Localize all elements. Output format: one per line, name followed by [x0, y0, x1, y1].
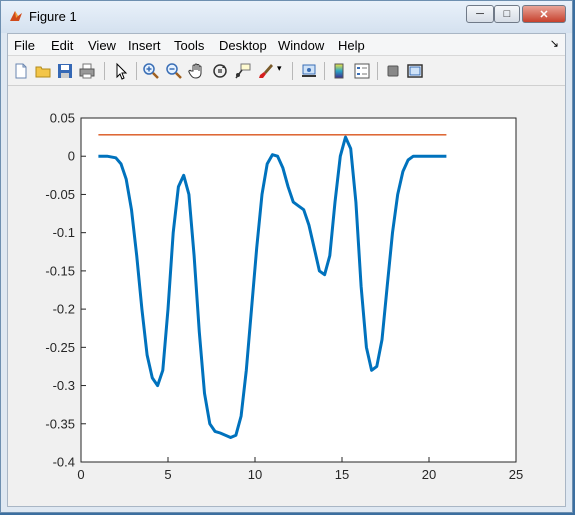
colorbar-icon[interactable] [330, 62, 348, 80]
close-icon: ✕ [539, 8, 549, 21]
x-tick-label: 20 [422, 467, 436, 482]
toolbar-separator [324, 62, 325, 80]
x-tick-label: 15 [335, 467, 349, 482]
brush-dropdown-icon[interactable]: ▾ [277, 63, 287, 81]
toolbar-separator [292, 62, 293, 80]
minimize-button[interactable]: ─ [466, 5, 494, 23]
figure-client-area: File Edit View Insert Tools Desktop Wind… [7, 33, 566, 507]
y-tick-label: -0.05 [45, 187, 75, 202]
toolbar-separator [377, 62, 378, 80]
x-tick-label: 0 [77, 467, 84, 482]
minimize-icon: ─ [476, 8, 484, 20]
menu-window[interactable]: Window [278, 38, 324, 53]
menu-file[interactable]: File [14, 38, 35, 53]
toolbar-separator [136, 62, 137, 80]
rotate-3d-icon[interactable] [211, 62, 229, 80]
link-plot-icon[interactable] [300, 62, 318, 80]
dock-arrow-icon[interactable]: ↘ [550, 37, 559, 50]
save-icon[interactable] [56, 62, 74, 80]
toolbar-separator [104, 62, 105, 80]
axes-background[interactable] [80, 117, 517, 463]
pointer-icon[interactable] [112, 62, 130, 80]
menu-insert[interactable]: Insert [128, 38, 161, 53]
menu-bar: File Edit View Insert Tools Desktop Wind… [8, 34, 565, 56]
y-tick-label: -0.4 [53, 455, 75, 470]
menu-help[interactable]: Help [338, 38, 365, 53]
y-tick-label: -0.1 [53, 225, 75, 240]
y-tick-label: 0 [68, 149, 75, 164]
print-icon[interactable] [78, 62, 96, 80]
x-tick-label: 5 [164, 467, 171, 482]
show-plot-tools-icon[interactable] [406, 62, 424, 80]
y-tick-label: -0.35 [45, 416, 75, 431]
zoom-in-icon[interactable] [142, 62, 160, 80]
close-button[interactable]: ✕ [522, 5, 566, 23]
y-tick-label: -0.2 [53, 302, 75, 317]
x-tick-label: 25 [509, 467, 523, 482]
line-plot[interactable]: 0 5 10 15 20 25 0.05 0 -0.05 -0.1 -0.15 -0.2 -0.25 -0… [8, 86, 567, 506]
y-tick-label: 0.05 [50, 111, 75, 126]
menu-edit[interactable]: Edit [51, 38, 73, 53]
menu-desktop[interactable]: Desktop [219, 38, 267, 53]
title-bar[interactable]: Figure 1 ─ □ ✕ [1, 1, 572, 33]
figure-toolbar: ▾ [8, 56, 565, 86]
matlab-logo-icon [10, 11, 22, 21]
maximize-icon: □ [503, 8, 511, 20]
maximize-button[interactable]: □ [494, 5, 520, 23]
y-tick-label: -0.3 [53, 378, 75, 393]
window-title: Figure 1 [29, 9, 77, 24]
open-file-icon[interactable] [34, 62, 52, 80]
figure-window: Figure 1 ─ □ ✕ File Edit View Insert Too… [0, 0, 573, 513]
brush-icon[interactable] [257, 62, 275, 80]
zoom-out-icon[interactable] [165, 62, 183, 80]
menu-view[interactable]: View [88, 38, 116, 53]
menu-tools[interactable]: Tools [174, 38, 204, 53]
new-figure-icon[interactable] [12, 62, 30, 80]
y-tick-label: -0.15 [45, 263, 75, 278]
data-cursor-icon[interactable] [234, 62, 252, 80]
figure-canvas: 0 5 10 15 20 25 0.05 0 -0.05 -0.1 -0.15 -0.2 -0.25 -0… [8, 86, 565, 506]
x-tick-label: 10 [248, 467, 262, 482]
hide-plot-tools-icon[interactable] [384, 62, 402, 80]
pan-hand-icon[interactable] [188, 62, 206, 80]
legend-icon[interactable] [353, 62, 371, 80]
y-tick-label: -0.25 [45, 340, 75, 355]
